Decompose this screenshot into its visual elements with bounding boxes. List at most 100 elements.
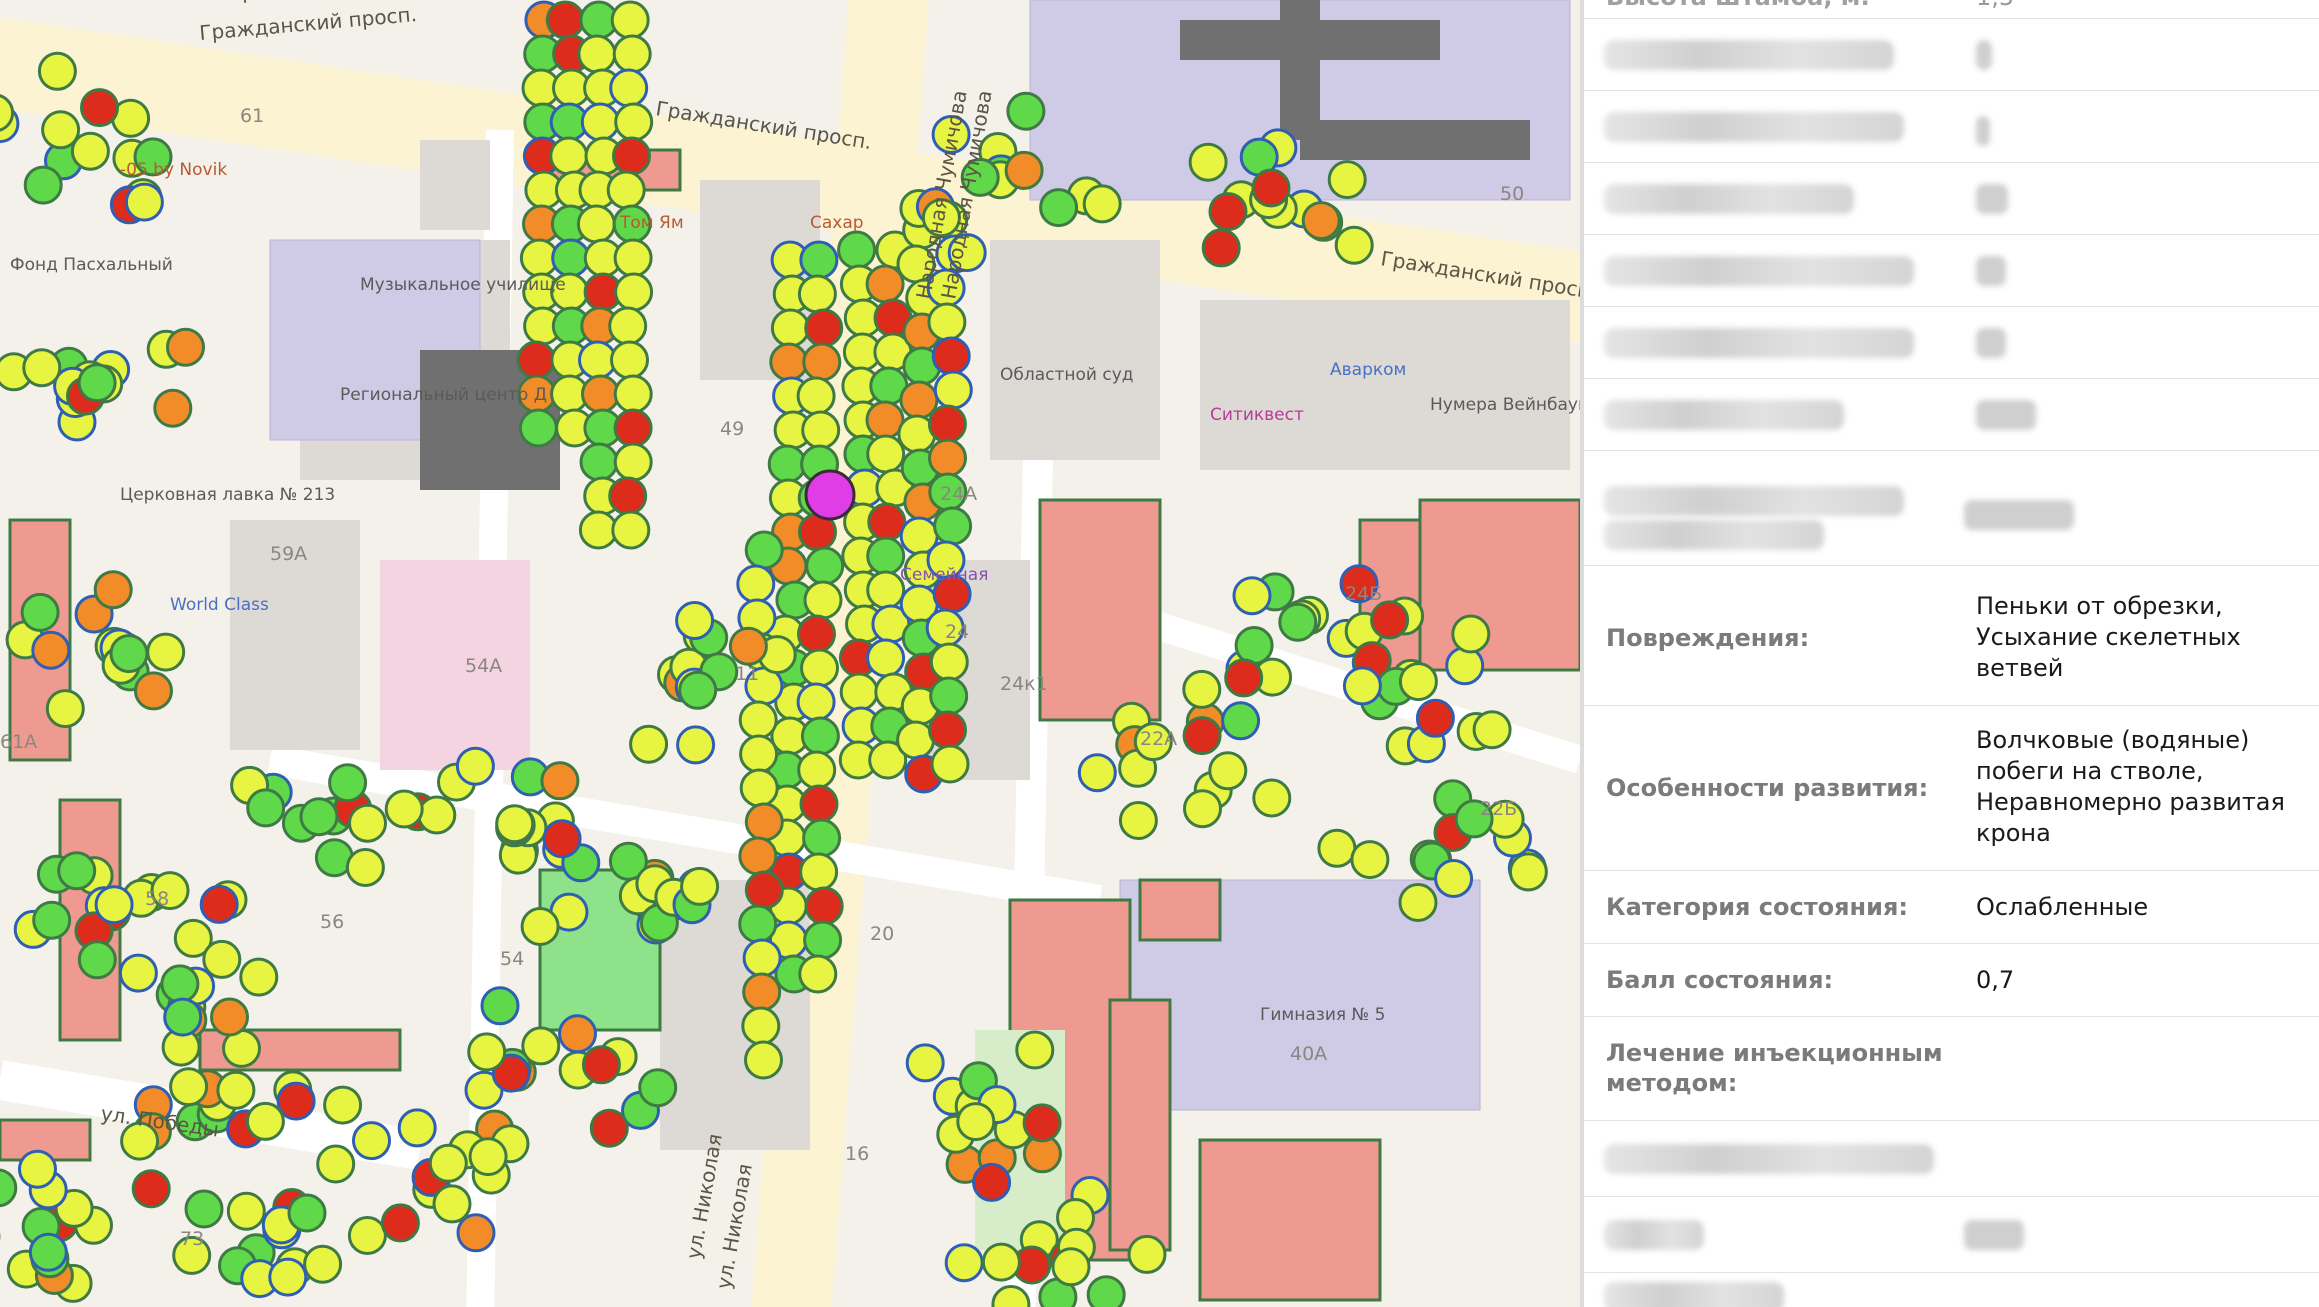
building-number: 22Б (1480, 798, 1517, 820)
map-canvas[interactable]: Гражданский просп.Гражданский просп.Граж… (0, 0, 1580, 1307)
tree-marker (744, 530, 784, 570)
tree-marker (468, 1137, 508, 1177)
tree-marker (540, 761, 580, 801)
blurred-label (1604, 1282, 1784, 1307)
tree-marker (1350, 840, 1390, 880)
tree-marker (676, 725, 716, 765)
poi-label: Региональный центр Д (340, 385, 547, 405)
tree-marker (866, 570, 906, 610)
tree-marker (1434, 859, 1474, 898)
tree-marker (199, 884, 239, 924)
tree-marker (1251, 168, 1291, 208)
tree-marker (739, 768, 779, 808)
tree-marker (638, 1068, 678, 1108)
poi-label: Нумера Вейнбаума 1903 г. (1430, 395, 1580, 415)
attr-row-hidden (1584, 234, 2319, 307)
tree-marker (549, 136, 589, 176)
building-dark (1280, 0, 1320, 140)
tree-marker (579, 442, 619, 482)
tree-marker (589, 1108, 629, 1148)
attr-row-hidden (1584, 378, 2319, 451)
tree-marker (1224, 658, 1264, 698)
tree-marker (467, 1032, 507, 1072)
building-number: 11 (735, 663, 759, 685)
tree-marker (1342, 666, 1382, 706)
tree-marker (805, 546, 845, 586)
tree-marker (866, 638, 906, 678)
blurred-label (1604, 328, 1914, 358)
tree-marker (245, 1101, 285, 1141)
poi-label: Областной суд (1000, 365, 1134, 385)
tree-marker (972, 1162, 1012, 1202)
tree-marker (32, 900, 72, 940)
tree-marker (1051, 1247, 1091, 1287)
building-number: 40А (1290, 1043, 1327, 1065)
tree-marker (226, 1191, 266, 1231)
tree-marker (268, 1257, 308, 1297)
poi-label: Церковная лавка № 213 (120, 485, 335, 505)
tree-marker (323, 1085, 363, 1125)
tree-marker (1508, 852, 1548, 892)
tree-marker (1327, 160, 1367, 200)
tree-marker (118, 953, 158, 993)
tree-marker (1208, 751, 1248, 791)
tree-marker (1398, 662, 1438, 702)
attr-value: 0,7 (1976, 966, 2015, 994)
tree-marker (1188, 142, 1228, 182)
tree-marker (1234, 626, 1274, 665)
tree-marker (432, 1184, 472, 1224)
tree-marker (456, 1213, 496, 1253)
attr-row-hidden (1584, 1272, 2319, 1307)
tree-marker (796, 376, 836, 416)
tree-marker (23, 165, 63, 205)
tree-marker (866, 434, 906, 474)
tree-marker (867, 502, 907, 542)
tree-marker (678, 670, 718, 710)
selected-tree-marker (804, 469, 856, 521)
poi-label: Фонд Пасхальный (10, 255, 173, 275)
tree-marker (352, 1121, 391, 1161)
tree-marker (160, 964, 200, 1004)
tree-marker (1182, 669, 1222, 709)
blurred-value (1976, 116, 1990, 146)
building (420, 140, 490, 230)
tree-marker (613, 238, 653, 278)
building-number: 61 (240, 105, 264, 127)
planting-area (1138, 878, 1222, 942)
tree-marker (299, 797, 339, 837)
tree-marker (1232, 576, 1272, 616)
tree-marker (612, 136, 651, 176)
building-number: 16 (845, 1143, 869, 1165)
building-number: 24А (940, 483, 977, 505)
tree-marker (770, 308, 810, 348)
tree-marker (865, 264, 905, 304)
tree-marker (742, 972, 782, 1012)
tree-marker (545, 0, 585, 40)
map-view[interactable]: Гражданский просп. Гражданский просп. Граж… (0, 0, 1580, 1307)
tree-marker (287, 1193, 327, 1233)
attr-row-growth: Особенности развития: Волчковые (водяные… (1584, 705, 2319, 871)
poi-label: Аварком (1330, 360, 1406, 380)
attr-label: Категория состояния: (1606, 893, 1908, 921)
tree-marker (1118, 801, 1158, 840)
building-number: 22А (1140, 728, 1177, 750)
tree-marker (929, 676, 969, 716)
building-number: 49 (720, 418, 744, 440)
tree-marker (738, 700, 778, 740)
building-number: 24 (945, 621, 969, 643)
building-number: 50 (1500, 183, 1524, 205)
tree-marker (397, 1108, 437, 1148)
tree-marker (316, 1144, 356, 1184)
building (380, 560, 530, 770)
tree-marker (933, 506, 973, 546)
poi-label: Гимназия № 5 (1260, 1005, 1385, 1025)
tree-marker (1201, 228, 1241, 268)
tree-marker (744, 870, 784, 910)
attr-row-hidden (1584, 162, 2319, 235)
tree-marker (77, 363, 117, 403)
tree-marker (767, 444, 807, 484)
tree-marker (577, 34, 617, 74)
attr-label: Лечение инъекционным методом: (1606, 1039, 1943, 1097)
tree-marker (516, 340, 556, 380)
tree-marker (18, 1149, 57, 1189)
